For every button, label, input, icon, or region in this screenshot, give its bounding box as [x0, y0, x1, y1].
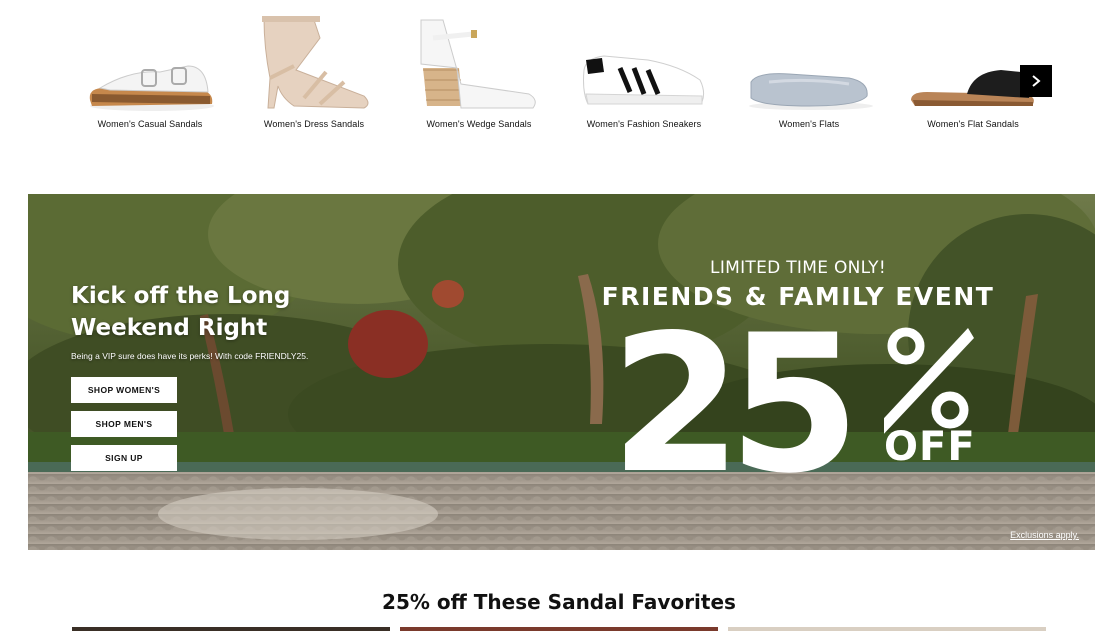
category-casual-sandals[interactable]: Women's Casual Sandals — [70, 8, 230, 138]
category-label: Women's Dress Sandals — [263, 119, 365, 129]
product-card-top[interactable] — [400, 627, 718, 631]
category-flats[interactable]: Women's Flats — [729, 8, 889, 138]
category-label: Women's Casual Sandals — [97, 119, 203, 129]
category-carousel: Women's Casual Sandals Women's Dress San… — [0, 0, 1118, 150]
dress-sandal-image — [262, 16, 369, 109]
flat-sandal-image — [911, 70, 1034, 106]
category-label: Women's Flat Sandals — [927, 119, 1019, 129]
hero-headline: Kick off the Long Weekend Right — [71, 283, 291, 341]
category-label: Women's Wedge Sandals — [426, 119, 532, 129]
sneaker-image — [583, 55, 705, 105]
promo-limited-text: LIMITED TIME ONLY! — [710, 258, 886, 278]
shop-womens-button[interactable]: SHOP WOMEN'S — [71, 377, 177, 403]
category-label: Women's Fashion Sneakers — [586, 119, 702, 129]
category-label: Women's Flats — [778, 119, 840, 129]
promo-off-text: OFF — [884, 424, 976, 470]
shop-mens-button[interactable]: SHOP MEN'S — [71, 411, 177, 437]
carousel-next-button[interactable] — [1020, 65, 1052, 97]
casual-sandal-image — [89, 65, 214, 111]
sign-up-button[interactable]: SIGN UP — [71, 445, 177, 471]
product-card-top[interactable] — [728, 627, 1046, 631]
exclusions-link[interactable]: Exclusions apply. — [1010, 530, 1079, 540]
wedge-sandal-image — [420, 19, 536, 109]
promo-offer: LIMITED TIME ONLY! FRIENDS & FAMILY EVEN… — [588, 258, 1008, 518]
hero-banner[interactable]: Kick off the Long Weekend Right Being a … — [28, 194, 1095, 550]
category-wedge-sandals[interactable]: Women's Wedge Sandals — [399, 8, 559, 138]
percent-icon — [884, 327, 974, 434]
hero-subtext: Being a VIP sure does have its perks! Wi… — [71, 351, 309, 361]
chevron-right-icon — [1032, 75, 1041, 87]
category-fashion-sneakers[interactable]: Women's Fashion Sneakers — [564, 8, 724, 138]
hero-copy: Kick off the Long Weekend Right Being a … — [71, 280, 371, 471]
category-dress-sandals[interactable]: Women's Dress Sandals — [234, 8, 394, 138]
promo-discount-number: 25 — [610, 294, 860, 515]
flat-image — [749, 73, 873, 110]
product-card-top[interactable] — [72, 627, 390, 631]
section-title: 25% off These Sandal Favorites — [382, 590, 736, 614]
